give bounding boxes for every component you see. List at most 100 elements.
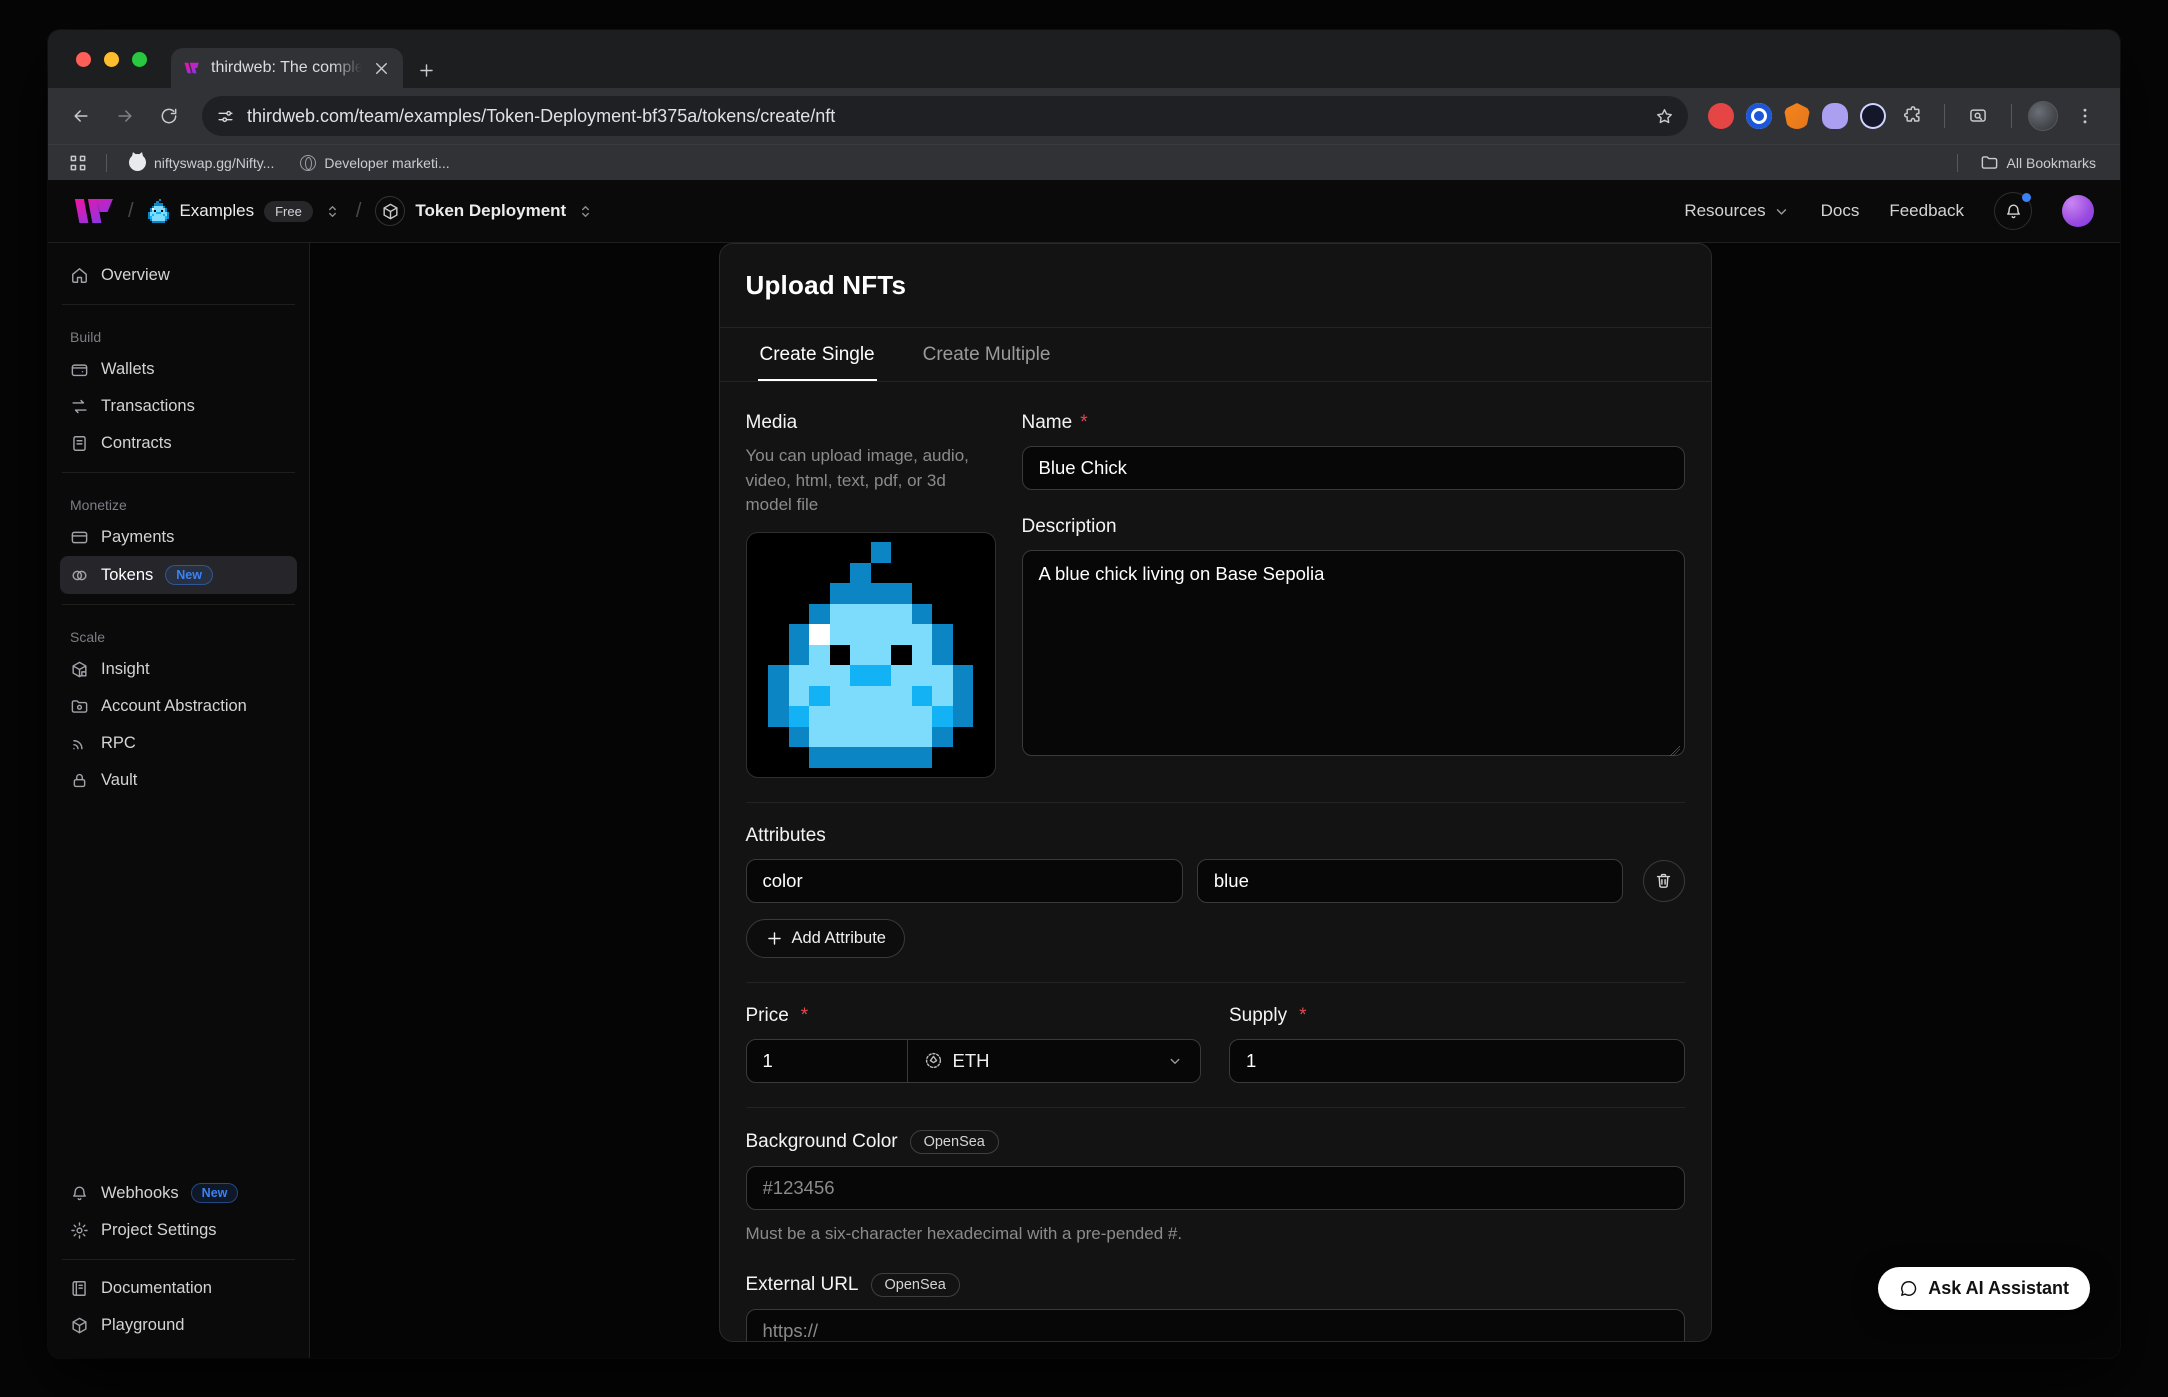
name-label: Name	[1022, 412, 1073, 434]
apps-grid-icon[interactable]	[64, 149, 92, 177]
team-switcher-icon[interactable]	[323, 202, 342, 221]
sidebar-item-insight[interactable]: Insight	[60, 651, 297, 688]
browser-tab[interactable]: thirdweb: The complete web3	[171, 48, 403, 88]
sidebar-item-documentation[interactable]: Documentation	[60, 1270, 297, 1307]
bookmark-star-icon[interactable]	[1655, 107, 1674, 126]
sidebar-item-payments[interactable]: Payments	[60, 519, 297, 556]
home-icon	[70, 266, 89, 285]
ethereum-icon	[924, 1051, 943, 1070]
thirdweb-favicon-icon	[183, 59, 201, 77]
address-bar[interactable]: thirdweb.com/team/examples/Token-Deploym…	[202, 96, 1688, 136]
extensions-puzzle-icon[interactable]	[1898, 101, 1928, 131]
sidebar-item-webhooks[interactable]: Webhooks New	[60, 1174, 297, 1212]
site-settings-icon[interactable]	[216, 107, 235, 126]
attribute-name-input[interactable]	[746, 859, 1183, 903]
price-control: ETH	[746, 1039, 1202, 1083]
media-upload-preview[interactable]	[746, 532, 996, 778]
create-mode-tabs: Create Single Create Multiple	[720, 327, 1711, 382]
close-window-button[interactable]	[76, 52, 91, 67]
required-asterisk: *	[1080, 412, 1087, 434]
breadcrumb-team[interactable]: Examples Free	[148, 199, 342, 223]
wallet-icon	[70, 360, 89, 379]
background-color-input[interactable]	[746, 1166, 1685, 1210]
extension-icon-red[interactable]	[1708, 103, 1734, 129]
supply-input[interactable]	[1229, 1039, 1685, 1083]
external-url-input[interactable]	[746, 1309, 1685, 1342]
sidebar-item-playground[interactable]: Playground	[60, 1307, 297, 1344]
breadcrumb-separator: /	[356, 200, 362, 223]
plus-icon	[765, 929, 784, 948]
webhooks-icon	[70, 1184, 89, 1203]
sidebar-item-account-abstraction[interactable]: Account Abstraction	[60, 688, 297, 725]
sidebar-item-wallets[interactable]: Wallets	[60, 351, 297, 388]
phantom-extension-icon[interactable]	[1822, 103, 1848, 129]
globe-favicon-icon	[300, 155, 316, 171]
resources-menu[interactable]: Resources	[1684, 201, 1790, 221]
tab-create-single[interactable]: Create Single	[758, 328, 877, 381]
price-label: Price	[746, 1005, 789, 1027]
all-bookmarks-label: All Bookmarks	[2007, 155, 2096, 171]
bookmark-developer-marketing[interactable]: Developer marketi...	[292, 152, 457, 174]
sidebar: Overview Build Wallets Transactions C	[48, 243, 310, 1358]
docs-link[interactable]: Docs	[1821, 201, 1860, 221]
tab-search-icon[interactable]	[1961, 99, 1995, 133]
sidebar-section-scale: Scale	[60, 615, 297, 651]
price-input[interactable]	[747, 1040, 907, 1082]
all-bookmarks-button[interactable]: All Bookmarks	[1972, 150, 2104, 175]
notifications-button[interactable]	[1994, 192, 2032, 230]
reload-button[interactable]	[150, 97, 188, 135]
account-abstraction-icon	[70, 697, 89, 716]
sidebar-item-transactions[interactable]: Transactions	[60, 388, 297, 425]
new-tab-button[interactable]	[417, 61, 436, 80]
app-header: / Examples Free / Token Deployment Resou…	[48, 180, 2120, 243]
tab-title: thirdweb: The complete web3	[211, 59, 362, 77]
currency-select[interactable]: ETH	[907, 1040, 1201, 1082]
breadcrumb-project[interactable]: Token Deployment	[375, 196, 595, 226]
minimize-window-button[interactable]	[104, 52, 119, 67]
extension-icon-blue[interactable]	[1746, 103, 1772, 129]
tab-create-multiple[interactable]: Create Multiple	[921, 328, 1053, 381]
metamask-extension-icon[interactable]	[1784, 103, 1810, 129]
attributes-section: Attributes Add	[746, 802, 1685, 958]
sidebar-item-tokens[interactable]: Tokens New	[60, 556, 297, 594]
browser-menu-icon[interactable]	[2070, 101, 2100, 131]
new-badge: New	[165, 565, 213, 585]
forward-navigation-button[interactable]	[106, 97, 144, 135]
user-avatar[interactable]	[2062, 195, 2094, 227]
bell-icon	[2004, 202, 2023, 221]
rpc-icon	[70, 734, 89, 753]
zoom-window-button[interactable]	[132, 52, 147, 67]
browser-tab-bar: thirdweb: The complete web3	[48, 30, 2120, 88]
sidebar-divider	[62, 604, 295, 605]
attribute-value-input[interactable]	[1197, 859, 1623, 903]
extension-icon-clock[interactable]	[1860, 103, 1886, 129]
trash-icon	[1654, 871, 1673, 890]
attributes-label: Attributes	[746, 825, 1685, 847]
description-textarea[interactable]: A blue chick living on Base Sepolia	[1022, 550, 1685, 756]
add-attribute-button[interactable]: Add Attribute	[746, 919, 905, 958]
name-input[interactable]	[1022, 446, 1685, 490]
close-tab-icon[interactable]	[372, 59, 391, 78]
chevron-down-icon	[1772, 202, 1791, 221]
description-label: Description	[1022, 516, 1117, 538]
project-switcher-icon[interactable]	[576, 202, 595, 221]
sidebar-item-rpc[interactable]: RPC	[60, 725, 297, 762]
browser-profile-avatar[interactable]	[2028, 101, 2058, 131]
back-navigation-button[interactable]	[62, 97, 100, 135]
sidebar-item-overview[interactable]: Overview	[60, 257, 297, 294]
sidebar-item-project-settings[interactable]: Project Settings	[60, 1212, 297, 1249]
window-controls[interactable]	[48, 30, 171, 88]
new-badge: New	[191, 1183, 239, 1203]
thirdweb-logo[interactable]	[74, 198, 114, 224]
opensea-badge: OpenSea	[910, 1130, 999, 1154]
sidebar-item-vault[interactable]: Vault	[60, 762, 297, 799]
bookmark-niftyswap[interactable]: niftyswap.gg/Nifty...	[121, 151, 282, 174]
sidebar-item-contracts[interactable]: Contracts	[60, 425, 297, 462]
ask-ai-assistant-button[interactable]: Ask AI Assistant	[1878, 1267, 2090, 1310]
feedback-link[interactable]: Feedback	[1889, 201, 1964, 221]
delete-attribute-button[interactable]	[1643, 860, 1685, 902]
opensea-section: Background Color OpenSea Must be a six-c…	[746, 1107, 1685, 1342]
playground-cube-icon	[70, 1316, 89, 1335]
chat-bubble-icon	[1899, 1279, 1918, 1298]
url-text[interactable]: thirdweb.com/team/examples/Token-Deploym…	[247, 106, 1643, 127]
